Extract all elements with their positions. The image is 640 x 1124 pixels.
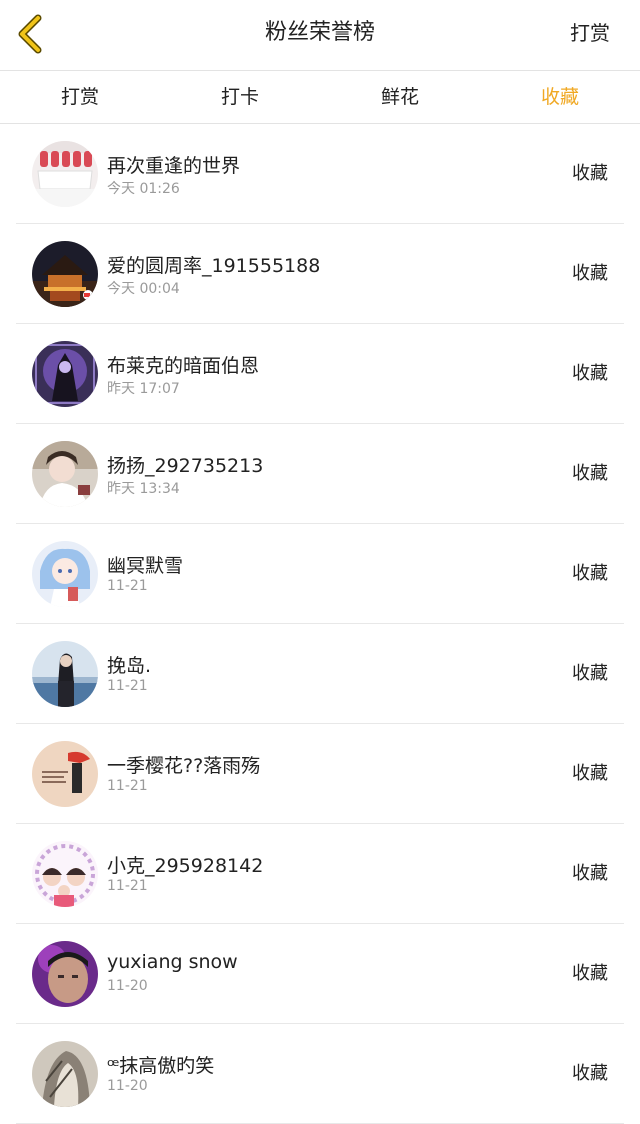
tab-bar: 打赏 打卡 鲜花 收藏 [0,71,640,124]
tab-flowers[interactable]: 鲜花 [320,71,480,123]
avatar [32,341,98,407]
fan-time: 今天 01:26 [107,181,180,197]
list-item[interactable]: ꟹ抹高傲旳笑 11-20 收藏 [0,1024,640,1124]
top-bar: 粉丝荣誉榜 打赏 [0,0,640,71]
list-item[interactable]: 一季樱花??落雨殇 11-21 收藏 [0,724,640,824]
fan-time: 11-20 [107,978,148,994]
list-item[interactable]: 小克_295928142 11-21 收藏 [0,824,640,924]
fan-name: 爱的圆周率_191555188 [107,255,321,277]
favorite-label: 收藏 [572,763,608,784]
avatar [32,141,98,207]
page-title: 粉丝荣誉榜 [264,20,375,45]
list-item[interactable]: 挽岛. 11-21 收藏 [0,624,640,724]
tab-favorites[interactable]: 收藏 [480,71,640,123]
favorite-label: 收藏 [572,663,608,684]
chevron-left-icon [18,14,42,54]
favorite-label: 收藏 [572,163,608,184]
list-item[interactable]: 再次重逢的世界 今天 01:26 收藏 [0,124,640,224]
fan-name: yuxiang snow [107,951,238,973]
favorite-label: 收藏 [572,563,608,584]
avatar [32,441,98,507]
tip-button[interactable]: 打赏 [570,0,610,70]
fan-time: 11-21 [107,878,148,894]
fan-time: 11-21 [107,578,148,594]
fan-time: 昨天 13:34 [107,481,180,497]
fan-name: 幽冥默雪 [107,555,184,577]
tab-tip[interactable]: 打赏 [0,71,160,123]
avatar [32,941,98,1007]
avatar [32,541,98,607]
list-item[interactable]: yuxiang snow 11-20 收藏 [0,924,640,1024]
fan-time: 11-20 [107,1078,148,1094]
favorite-label: 收藏 [572,1063,608,1084]
fan-time: 昨天 17:07 [107,381,180,397]
fan-name: 挽岛. [107,655,152,677]
fan-time: 今天 00:04 [107,281,180,297]
favorite-label: 收藏 [572,463,608,484]
favorite-label: 收藏 [572,263,608,284]
favorite-label: 收藏 [572,363,608,384]
fan-name: 一季樱花??落雨殇 [107,755,261,777]
list-item[interactable]: 扬扬_292735213 昨天 13:34 收藏 [0,424,640,524]
list-item[interactable]: 爱的圆周率_191555188 今天 00:04 收藏 [0,224,640,324]
fan-name: 扬扬_292735213 [107,455,264,477]
avatar [32,1041,98,1107]
list-item[interactable]: 布莱克的暗面伯恩 昨天 17:07 收藏 [0,324,640,424]
tab-checkin[interactable]: 打卡 [160,71,320,123]
avatar [32,841,98,907]
fan-name: 再次重逢的世界 [107,155,241,177]
fan-name: ꟹ抹高傲旳笑 [107,1055,215,1077]
fan-time: 11-21 [107,678,148,694]
avatar [32,641,98,707]
fan-time: 11-21 [107,778,148,794]
avatar [32,741,98,807]
avatar [32,241,98,307]
fan-list: 再次重逢的世界 今天 01:26 收藏 爱的圆周率_191555188 今天 0… [0,124,640,1124]
favorite-label: 收藏 [572,863,608,884]
favorite-label: 收藏 [572,963,608,984]
fan-name: 布莱克的暗面伯恩 [107,355,260,377]
fan-name: 小克_295928142 [107,855,264,877]
list-item[interactable]: 幽冥默雪 11-21 收藏 [0,524,640,624]
back-button[interactable] [14,14,54,54]
